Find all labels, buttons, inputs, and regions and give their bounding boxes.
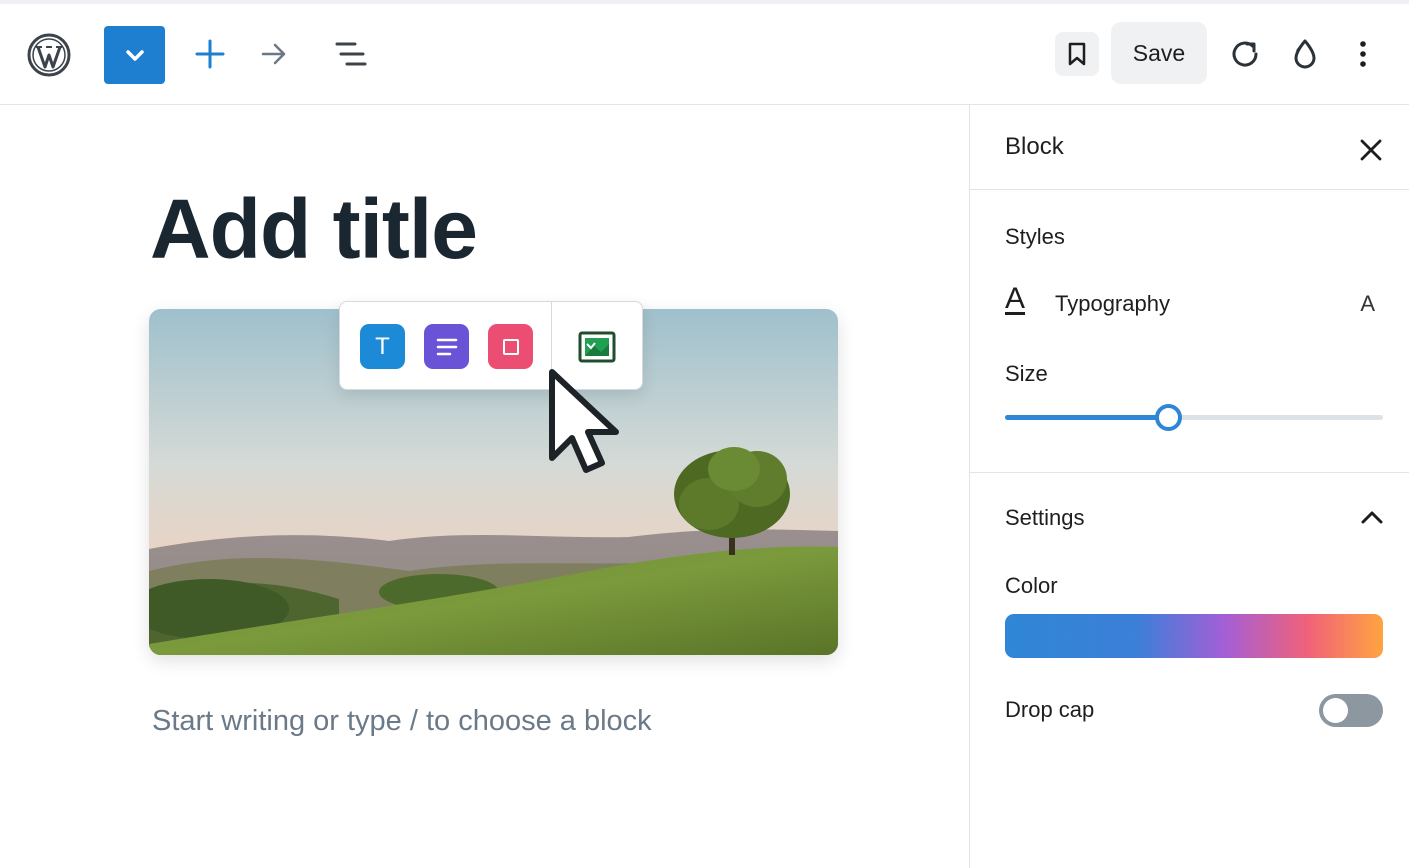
styles-drop-button[interactable] <box>1285 34 1325 74</box>
typography-label: Typography <box>1055 291 1170 316</box>
drop-cap-label: Drop cap <box>1005 697 1095 722</box>
post-title[interactable]: Add title <box>150 181 478 278</box>
chevron-up-icon <box>1361 511 1383 524</box>
close-icon[interactable] <box>1356 135 1386 165</box>
typography-control[interactable]: A Typography A <box>1005 280 1385 324</box>
slider-fill <box>1005 415 1168 420</box>
styles-heading: Styles <box>1005 224 1065 249</box>
block-inserter-toggle-button[interactable] <box>104 26 165 84</box>
wordpress-logo-icon[interactable] <box>26 32 72 78</box>
more-vertical-icon <box>1360 41 1366 67</box>
refresh-icon <box>1232 41 1258 67</box>
text-icon: T <box>375 332 390 360</box>
typography-indicator: A <box>1360 291 1375 316</box>
size-slider[interactable] <box>1005 403 1383 433</box>
slider-thumb[interactable] <box>1154 404 1182 431</box>
text-block-button[interactable]: T <box>360 324 405 369</box>
settings-heading: Settings <box>1005 505 1085 530</box>
arrow-right-icon <box>261 43 286 65</box>
group-icon <box>502 338 519 355</box>
toggle-knob <box>1323 698 1348 723</box>
drop-cap-toggle[interactable] <box>1319 694 1383 727</box>
plus-icon <box>195 39 225 69</box>
group-block-button[interactable] <box>488 324 533 369</box>
redo-button[interactable] <box>254 34 294 74</box>
image-icon <box>578 331 615 362</box>
image-block-button[interactable] <box>574 324 619 369</box>
editor-canvas: Add title Start writing or type / to cho… <box>0 105 969 868</box>
paragraph-icon <box>436 338 457 355</box>
list-view-button[interactable] <box>330 34 370 74</box>
bookmark-icon <box>1068 42 1086 66</box>
more-options-button[interactable] <box>1343 34 1383 74</box>
paragraph-block-button[interactable] <box>424 324 469 369</box>
chevron-down-icon <box>125 50 144 61</box>
sidebar-divider <box>970 472 1409 473</box>
sidebar-header: Block <box>970 105 1409 190</box>
add-block-button[interactable] <box>190 34 230 74</box>
block-settings-sidebar: Block Styles A Typography A Size Setting… <box>969 105 1409 868</box>
typography-icon: A <box>1005 282 1026 315</box>
settings-panel-toggle[interactable]: Settings <box>1005 503 1385 533</box>
paragraph-placeholder[interactable]: Start writing or type / to choose a bloc… <box>152 705 652 738</box>
color-label: Color <box>1005 573 1058 598</box>
window-edge <box>0 0 1409 4</box>
list-view-icon <box>335 42 367 66</box>
save-button[interactable]: Save <box>1111 22 1207 84</box>
sidebar-title: Block <box>1005 133 1064 160</box>
editor-header: Save <box>0 0 1409 105</box>
refresh-button[interactable] <box>1225 34 1265 74</box>
bookmark-button[interactable] <box>1055 32 1099 76</box>
drop-icon <box>1294 39 1316 69</box>
size-label: Size <box>1005 361 1048 386</box>
color-gradient-picker[interactable] <box>1005 614 1383 658</box>
mouse-pointer-icon <box>549 369 619 473</box>
